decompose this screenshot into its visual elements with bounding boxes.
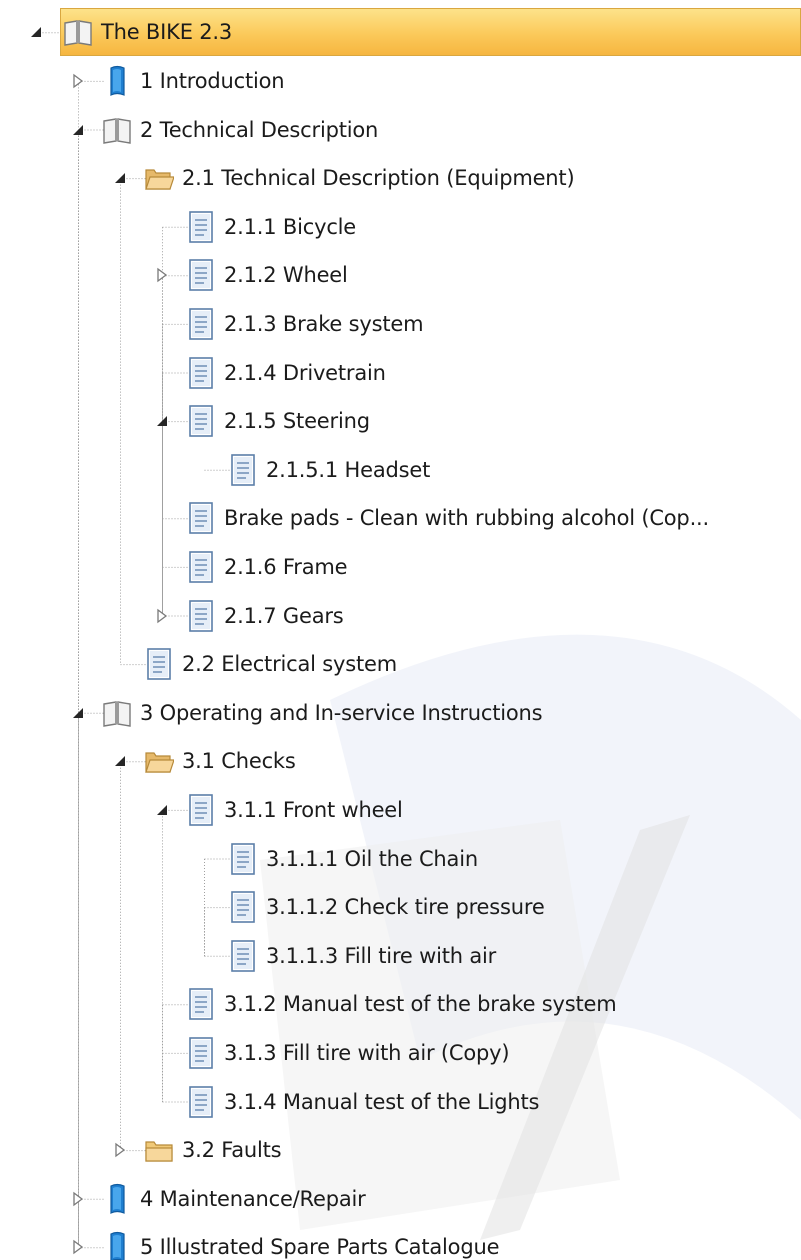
tree-node-label: 2.1.2 Wheel [224, 263, 348, 288]
expand-toggle-icon[interactable] [112, 1142, 128, 1158]
tree-node[interactable]: 2.1.4 Drivetrain [186, 349, 386, 397]
tree-node-label: 1 Introduction [140, 68, 285, 93]
expand-toggle-icon[interactable] [154, 267, 170, 283]
tree-node-label: 3.1.2 Manual test of the brake system [224, 992, 617, 1017]
expand-toggle-icon[interactable] [154, 608, 170, 624]
tree-node-label: Brake pads - Clean with rubbing alcohol … [224, 506, 709, 531]
tree-node-label: 3.1 Checks [182, 749, 296, 774]
book-blue-icon [102, 64, 132, 98]
document-icon [186, 1085, 216, 1119]
book-open-icon [63, 15, 93, 49]
book-open-icon [102, 113, 132, 147]
tree-node[interactable]: 3.1.3 Fill tire with air (Copy) [186, 1029, 510, 1077]
document-icon [186, 793, 216, 827]
tree-node[interactable]: 2.1.1 Bicycle [186, 203, 356, 251]
document-icon [186, 987, 216, 1021]
tree-node[interactable]: 1 Introduction [102, 57, 285, 105]
tree-node[interactable]: 3.1 Checks [144, 737, 296, 785]
document-icon [186, 307, 216, 341]
tree-node-label: 5 Illustrated Spare Parts Catalogue [140, 1235, 500, 1260]
document-icon [186, 210, 216, 244]
tree-node[interactable]: 2.1.7 Gears [186, 592, 344, 640]
document-icon [228, 939, 258, 973]
tree-node[interactable]: 3.1.1 Front wheel [186, 786, 403, 834]
book-blue-icon [102, 1182, 132, 1216]
expand-toggle-icon[interactable] [70, 73, 86, 89]
tree-node-label: 3.1.1.3 Fill tire with air [266, 943, 497, 968]
document-icon [186, 1036, 216, 1070]
document-tree-view[interactable]: The BIKE 2.3 1 Introduction 2 Technical … [0, 0, 801, 1260]
tree-node-label: 2.2 Electrical system [182, 652, 397, 677]
document-icon [186, 599, 216, 633]
tree-node-label: 2.1.6 Frame [224, 554, 348, 579]
tree-node[interactable]: 2.1.5.1 Headset [228, 446, 430, 494]
tree-node-label: 2.1.3 Brake system [224, 311, 424, 336]
folder-open-icon [144, 744, 175, 778]
tree-node-label: 2.1.1 Bicycle [224, 214, 357, 239]
document-icon [186, 550, 216, 584]
tree-node[interactable]: 3.1.1.2 Check tire pressure [228, 883, 545, 931]
tree-node[interactable]: 5 Illustrated Spare Parts Catalogue [102, 1223, 499, 1260]
document-icon [228, 890, 258, 924]
tree-node-label: 2.1.5.1 Headset [266, 457, 431, 482]
tree-node[interactable]: 2 Technical Description [102, 106, 378, 154]
expand-toggle-icon[interactable] [70, 1239, 86, 1255]
tree-node-label: 4 Maintenance/Repair [140, 1186, 366, 1211]
document-icon [186, 404, 216, 438]
book-blue-icon [102, 1230, 132, 1260]
tree-node[interactable]: Brake pads - Clean with rubbing alcohol … [186, 494, 709, 542]
tree-node-selected[interactable]: The BIKE 2.3 [60, 8, 801, 57]
tree-node[interactable]: 3.1.4 Manual test of the Lights [186, 1078, 540, 1126]
tree-node[interactable]: 3.2 Faults [144, 1126, 282, 1174]
document-icon [144, 647, 174, 681]
collapse-toggle-icon[interactable] [70, 122, 86, 138]
collapse-toggle-icon[interactable] [70, 705, 86, 721]
tree-node-label: 2 Technical Description [140, 117, 379, 142]
document-icon [186, 501, 216, 535]
tree-node[interactable]: 4 Maintenance/Repair [102, 1175, 366, 1223]
tree-node[interactable]: 3 Operating and In-service Instructions [102, 689, 543, 737]
tree-node-label: 3.1.1.1 Oil the Chain [266, 846, 478, 871]
tree-node-label: 3.1.1.2 Check tire pressure [266, 895, 545, 920]
tree-node[interactable]: 2.1.5 Steering [186, 397, 370, 445]
tree-node-label: 3.1.1 Front wheel [224, 797, 403, 822]
tree-node-label: 3.1.3 Fill tire with air (Copy) [224, 1040, 510, 1065]
tree-node-label: 2.1.7 Gears [224, 603, 344, 628]
collapse-toggle-icon[interactable] [112, 170, 128, 186]
book-open-icon [102, 696, 132, 730]
folder-open-icon [144, 161, 175, 195]
tree-node[interactable]: 3.1.1.3 Fill tire with air [228, 932, 496, 980]
tree-node-label: 3.2 Faults [182, 1138, 282, 1163]
tree-node-label: 2.1.5 Steering [224, 409, 370, 434]
tree-node[interactable]: 2.1 Technical Description (Equipment) [144, 154, 575, 202]
tree-node[interactable]: 3.1.1.1 Oil the Chain [228, 835, 478, 883]
collapse-toggle-icon[interactable] [112, 753, 128, 769]
tree-node-label: 2.1.4 Drivetrain [224, 360, 386, 385]
document-icon [228, 453, 258, 487]
tree-node[interactable]: 3.1.2 Manual test of the brake system [186, 980, 617, 1028]
tree-node-label: 3 Operating and In-service Instructions [140, 700, 543, 725]
tree-node[interactable]: 2.2 Electrical system [144, 640, 397, 688]
tree-node[interactable]: 2.1.2 Wheel [186, 251, 348, 299]
expand-toggle-icon[interactable] [70, 1191, 86, 1207]
tree-node-label: 2.1 Technical Description (Equipment) [182, 166, 575, 191]
tree-node-label: 3.1.4 Manual test of the Lights [224, 1089, 540, 1114]
collapse-toggle-icon[interactable] [154, 802, 170, 818]
folder-closed-icon [144, 1133, 174, 1167]
document-icon [228, 842, 258, 876]
tree-node[interactable]: 2.1.3 Brake system [186, 300, 424, 348]
document-icon [186, 258, 216, 292]
collapse-toggle-icon[interactable] [154, 413, 170, 429]
tree-node-label: The BIKE 2.3 [101, 20, 233, 45]
collapse-toggle-icon[interactable] [28, 24, 44, 40]
document-icon [186, 356, 216, 390]
tree-node[interactable]: 2.1.6 Frame [186, 543, 348, 591]
